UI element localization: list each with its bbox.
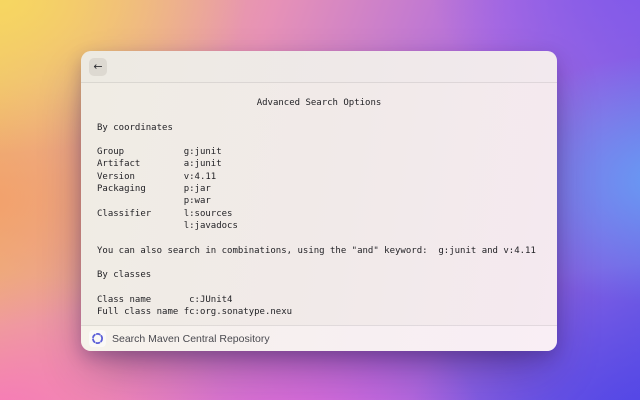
row-label: Full class name xyxy=(97,307,179,318)
spinner-icon xyxy=(89,330,106,347)
row-value: a:junit xyxy=(183,159,222,170)
table-row: l:javadocs xyxy=(97,220,541,232)
window-titlebar: ← xyxy=(81,51,557,83)
row-value: p:jar xyxy=(183,184,211,195)
row-value: c:JUnit4 xyxy=(189,294,233,305)
section-heading-coordinates: By coordinates xyxy=(97,122,173,133)
section-heading-classes: By classes xyxy=(97,270,152,281)
row-value: l:javadocs xyxy=(183,220,238,231)
row-value: fc:org.sonatype.nexu xyxy=(183,307,293,318)
row-label: Group xyxy=(97,147,125,158)
row-label: Class name xyxy=(97,294,152,305)
search-bar[interactable]: Search Maven Central Repository xyxy=(81,325,557,351)
row-value: l:sources xyxy=(183,208,233,219)
search-bar-label: Search Maven Central Repository xyxy=(112,332,270,345)
advanced-search-window: ← Advanced Search Options By coordinates… xyxy=(81,51,557,351)
coordinates-table: Group g:junit Artifact a:junit Version v:4.… xyxy=(97,146,541,232)
table-row: Class name c:JUnit4 xyxy=(97,294,541,306)
table-row: Classifier l:sources xyxy=(97,208,541,220)
page-title: Advanced Search Options xyxy=(256,98,382,108)
classes-table: Class name c:JUnit4 Full class name fc:org… xyxy=(97,294,541,319)
row-label: Packaging xyxy=(97,184,146,195)
table-row: Full class name fc:org.sonatype.nexu xyxy=(97,306,541,318)
table-row: Group g:junit xyxy=(97,146,541,158)
row-value: p:war xyxy=(183,196,211,207)
row-label: Artifact xyxy=(97,159,141,170)
back-button[interactable]: ← xyxy=(89,57,107,76)
combination-note: You can also search in combinations, usi… xyxy=(97,245,536,256)
table-row: p:war xyxy=(97,195,541,207)
row-value: v:4.11 xyxy=(183,171,217,182)
table-row: Artifact a:junit xyxy=(97,158,541,170)
back-arrow-icon: ← xyxy=(93,60,103,73)
row-label: Version xyxy=(97,171,135,182)
row-label: Classifier xyxy=(97,208,152,219)
table-row: Packaging p:jar xyxy=(97,183,541,195)
help-content: Advanced Search Options By coordinates G… xyxy=(81,83,557,325)
row-value: g:junit xyxy=(183,147,222,158)
table-row: Version v:4.11 xyxy=(97,171,541,183)
